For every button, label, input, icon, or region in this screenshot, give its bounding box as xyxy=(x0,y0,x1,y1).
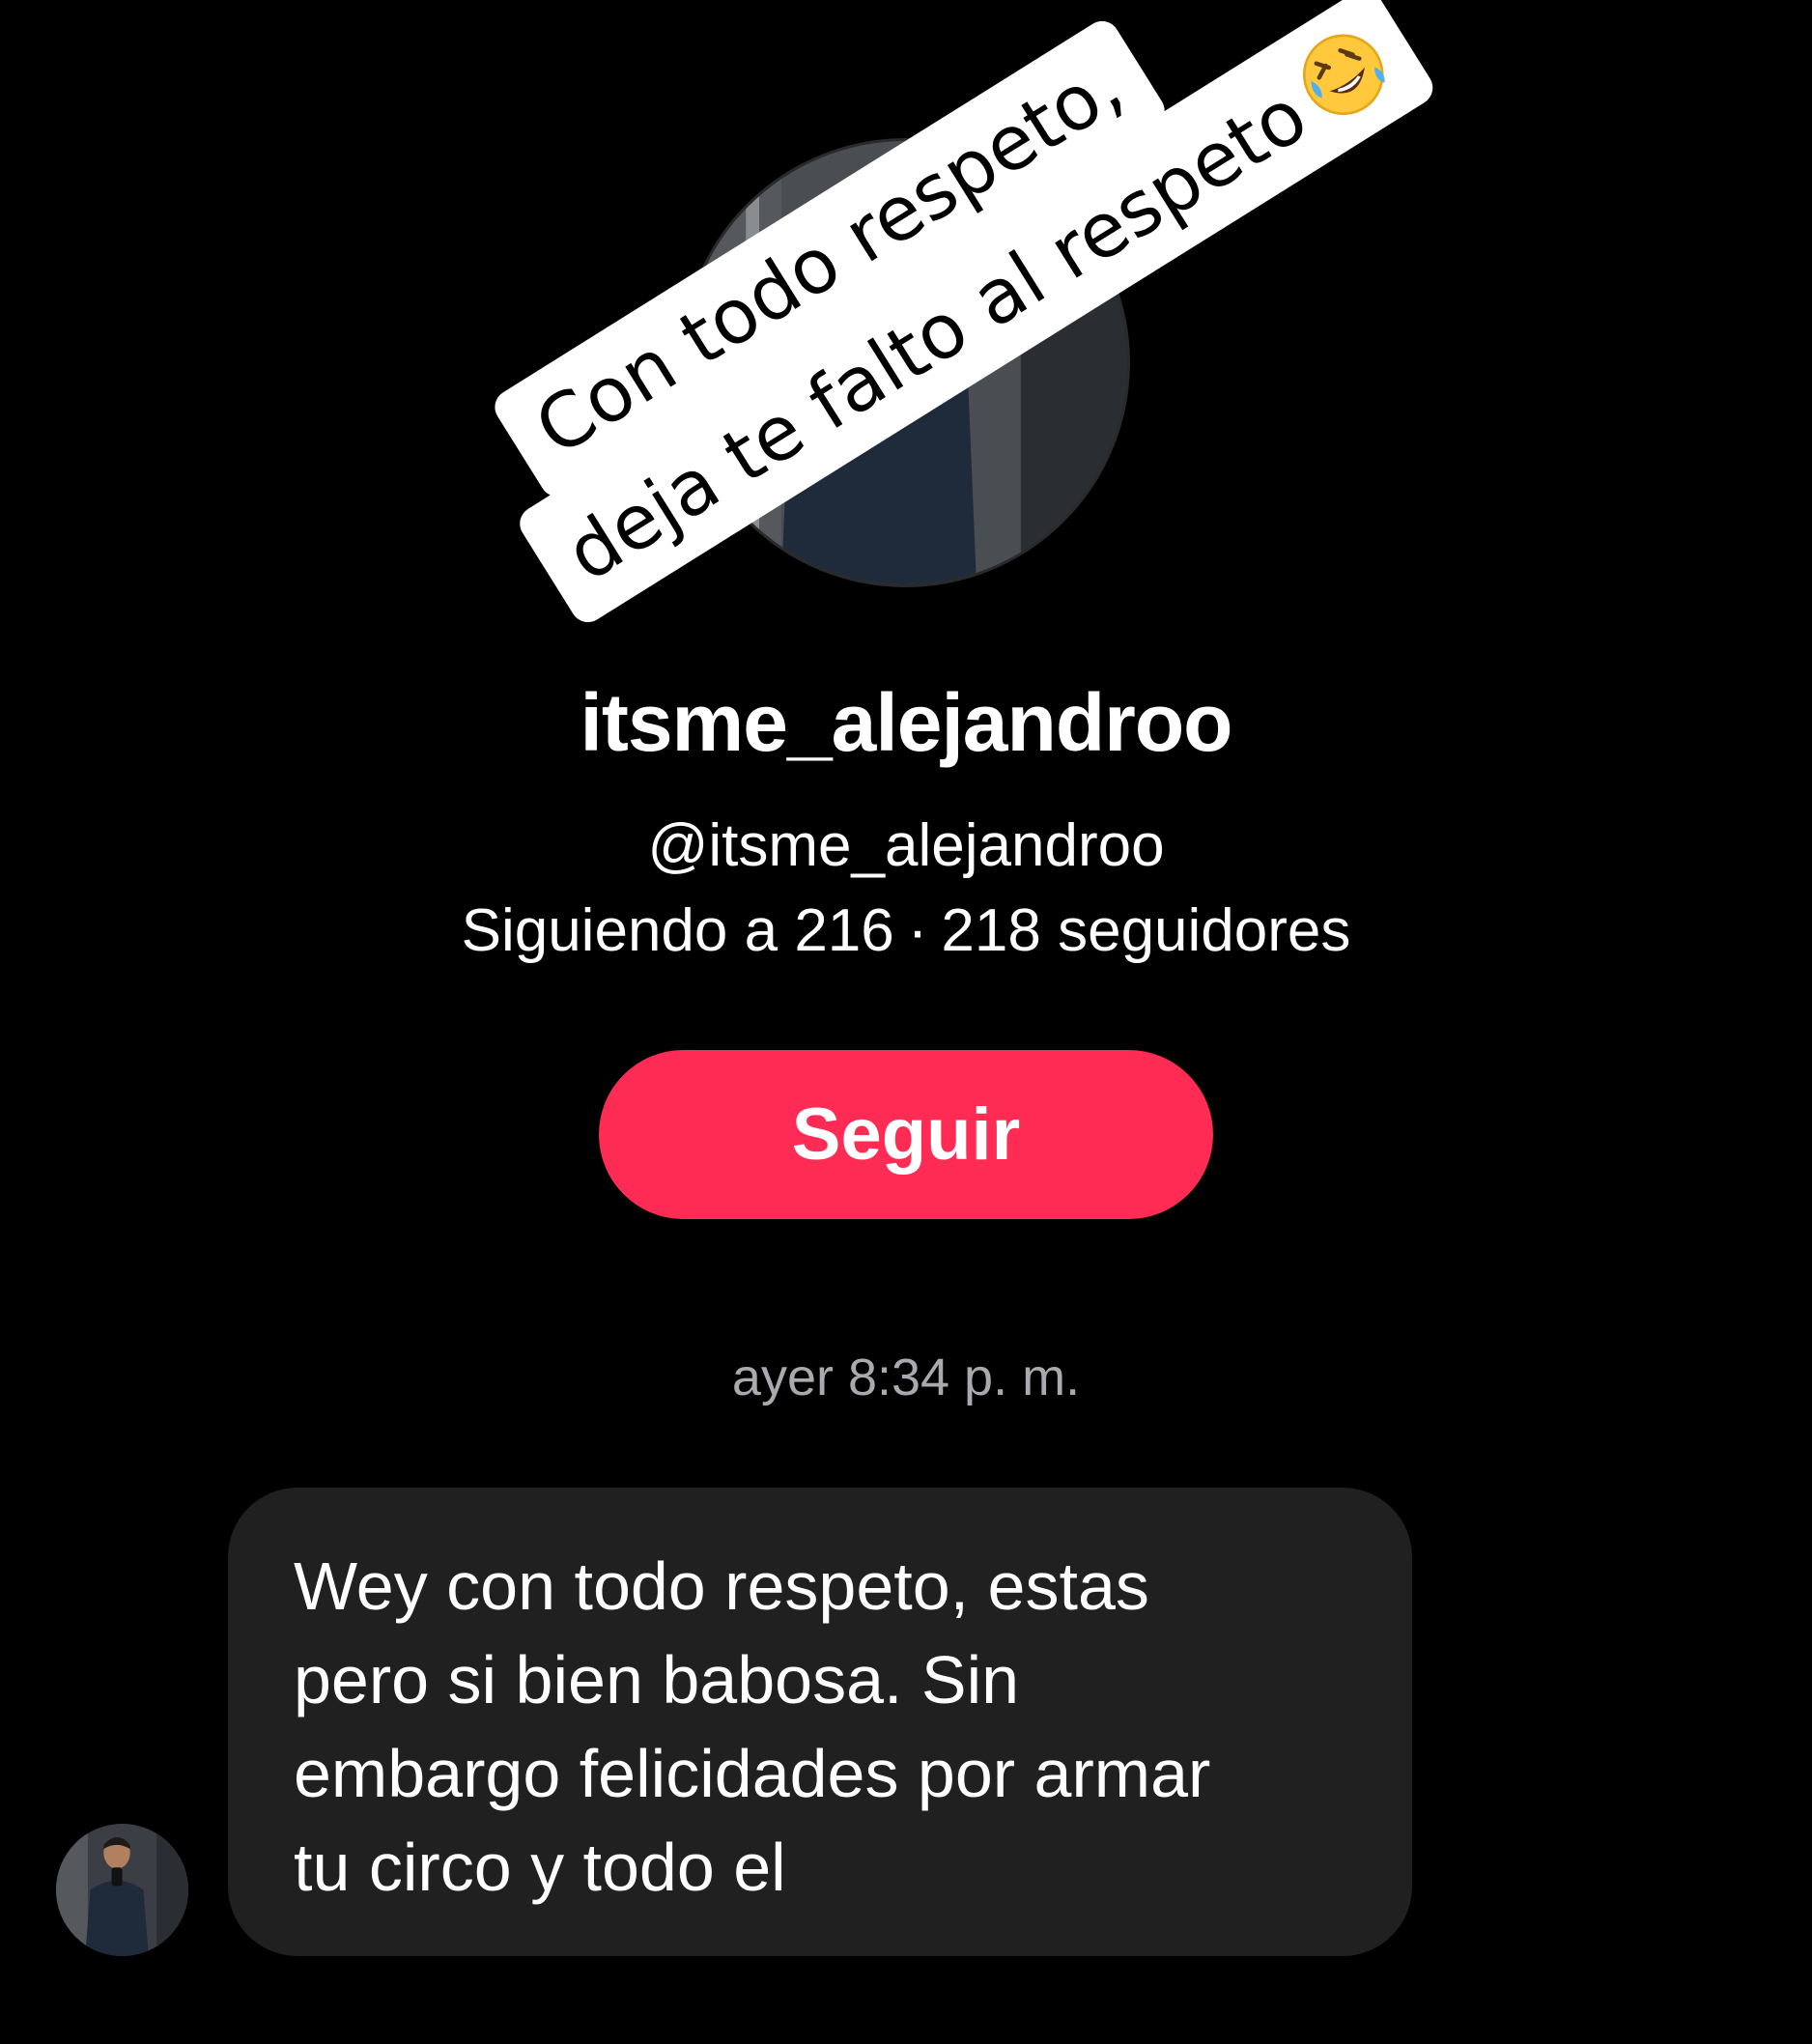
sender-avatar[interactable] xyxy=(56,1824,188,1956)
follow-button[interactable]: Seguir xyxy=(599,1050,1213,1219)
stats-separator: · xyxy=(907,897,928,964)
profile-stats: Siguiendo a 216 · 218 seguidores xyxy=(0,896,1812,965)
received-message-bubble[interactable]: Wey con todo respeto, estas pero si bien… xyxy=(228,1488,1412,1956)
message-timestamp: ayer 8:34 p. m. xyxy=(731,1348,1081,1406)
sender-photo xyxy=(56,1824,188,1956)
following-count[interactable]: Siguiendo a 216 xyxy=(462,897,894,964)
profile-display-name: itsme_alejandroo xyxy=(580,677,1233,768)
profile-handle: @itsme_alejandroo xyxy=(647,812,1165,879)
followers-count[interactable]: 218 seguidores xyxy=(941,897,1350,964)
